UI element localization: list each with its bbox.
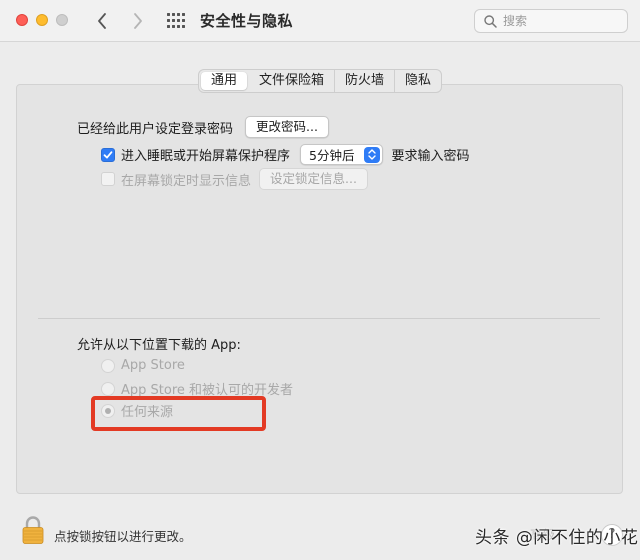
require-password-row: 进入睡眠或开始屏幕保护程序 5分钟后 要求输入密码: [101, 144, 469, 165]
search-field[interactable]: [474, 9, 628, 33]
chevron-left-icon: [98, 13, 106, 29]
radio-app-store[interactable]: [101, 358, 115, 373]
download-heading-text: 允许从以下位置下载的 App:: [77, 338, 241, 353]
download-heading: 允许从以下位置下载的 App:: [77, 334, 241, 353]
checkmark-icon: [103, 150, 113, 158]
show-all-grid-icon[interactable]: [167, 13, 185, 29]
select-stepper-icon: [364, 146, 381, 163]
search-icon: [484, 15, 497, 28]
tab-general[interactable]: 通用: [201, 72, 248, 90]
minimize-window-button[interactable]: [36, 14, 48, 26]
login-password-row: 已经给此用户设定登录密码 更改密码...: [77, 116, 329, 138]
require-password-suffix: 要求输入密码: [391, 149, 470, 164]
tab-filevault[interactable]: 文件保险箱: [249, 70, 336, 92]
title-bar: 安全性与隐私: [0, 0, 640, 42]
lock-message-checkbox[interactable]: [101, 172, 115, 186]
require-password-checkbox[interactable]: [101, 147, 115, 162]
radio-identified-developers[interactable]: [101, 381, 115, 396]
download-option-app-store[interactable]: App Store: [101, 358, 185, 373]
lock-message-label: 在屏幕锁定时显示信息: [121, 173, 252, 189]
tab-firewall[interactable]: 防火墙: [335, 70, 396, 92]
close-window-button[interactable]: [16, 14, 28, 26]
chevron-right-icon: [134, 13, 142, 29]
back-button[interactable]: [92, 10, 112, 32]
download-option-label: App Store: [121, 358, 185, 373]
watermark-text: 头条 @闲不住的小花: [475, 528, 639, 548]
tab-privacy[interactable]: 隐私: [395, 70, 441, 92]
lock-icon[interactable]: [22, 515, 44, 549]
window-title: 安全性与隐私: [200, 12, 294, 30]
lock-message-row: 在屏幕锁定时显示信息 设定锁定信息...: [101, 168, 368, 190]
section-divider: [38, 318, 600, 319]
login-password-label: 已经给此用户设定登录密码: [77, 121, 234, 137]
change-password-button[interactable]: 更改密码...: [245, 116, 329, 138]
forward-button[interactable]: [128, 10, 148, 32]
password-delay-select[interactable]: 5分钟后: [300, 144, 384, 165]
set-lock-message-button[interactable]: 设定锁定信息...: [259, 168, 368, 190]
tab-bar: 通用 文件保险箱 防火墙 隐私: [198, 69, 443, 93]
password-delay-value: 5分钟后: [309, 148, 355, 163]
search-input[interactable]: [503, 12, 621, 30]
lock-instruction-text: 点按锁按钮以进行更改。: [54, 529, 192, 544]
zoom-window-button[interactable]: [56, 14, 68, 26]
annotation-highlight-box: [91, 396, 266, 431]
require-password-label: 进入睡眠或开始屏幕保护程序: [121, 149, 291, 164]
